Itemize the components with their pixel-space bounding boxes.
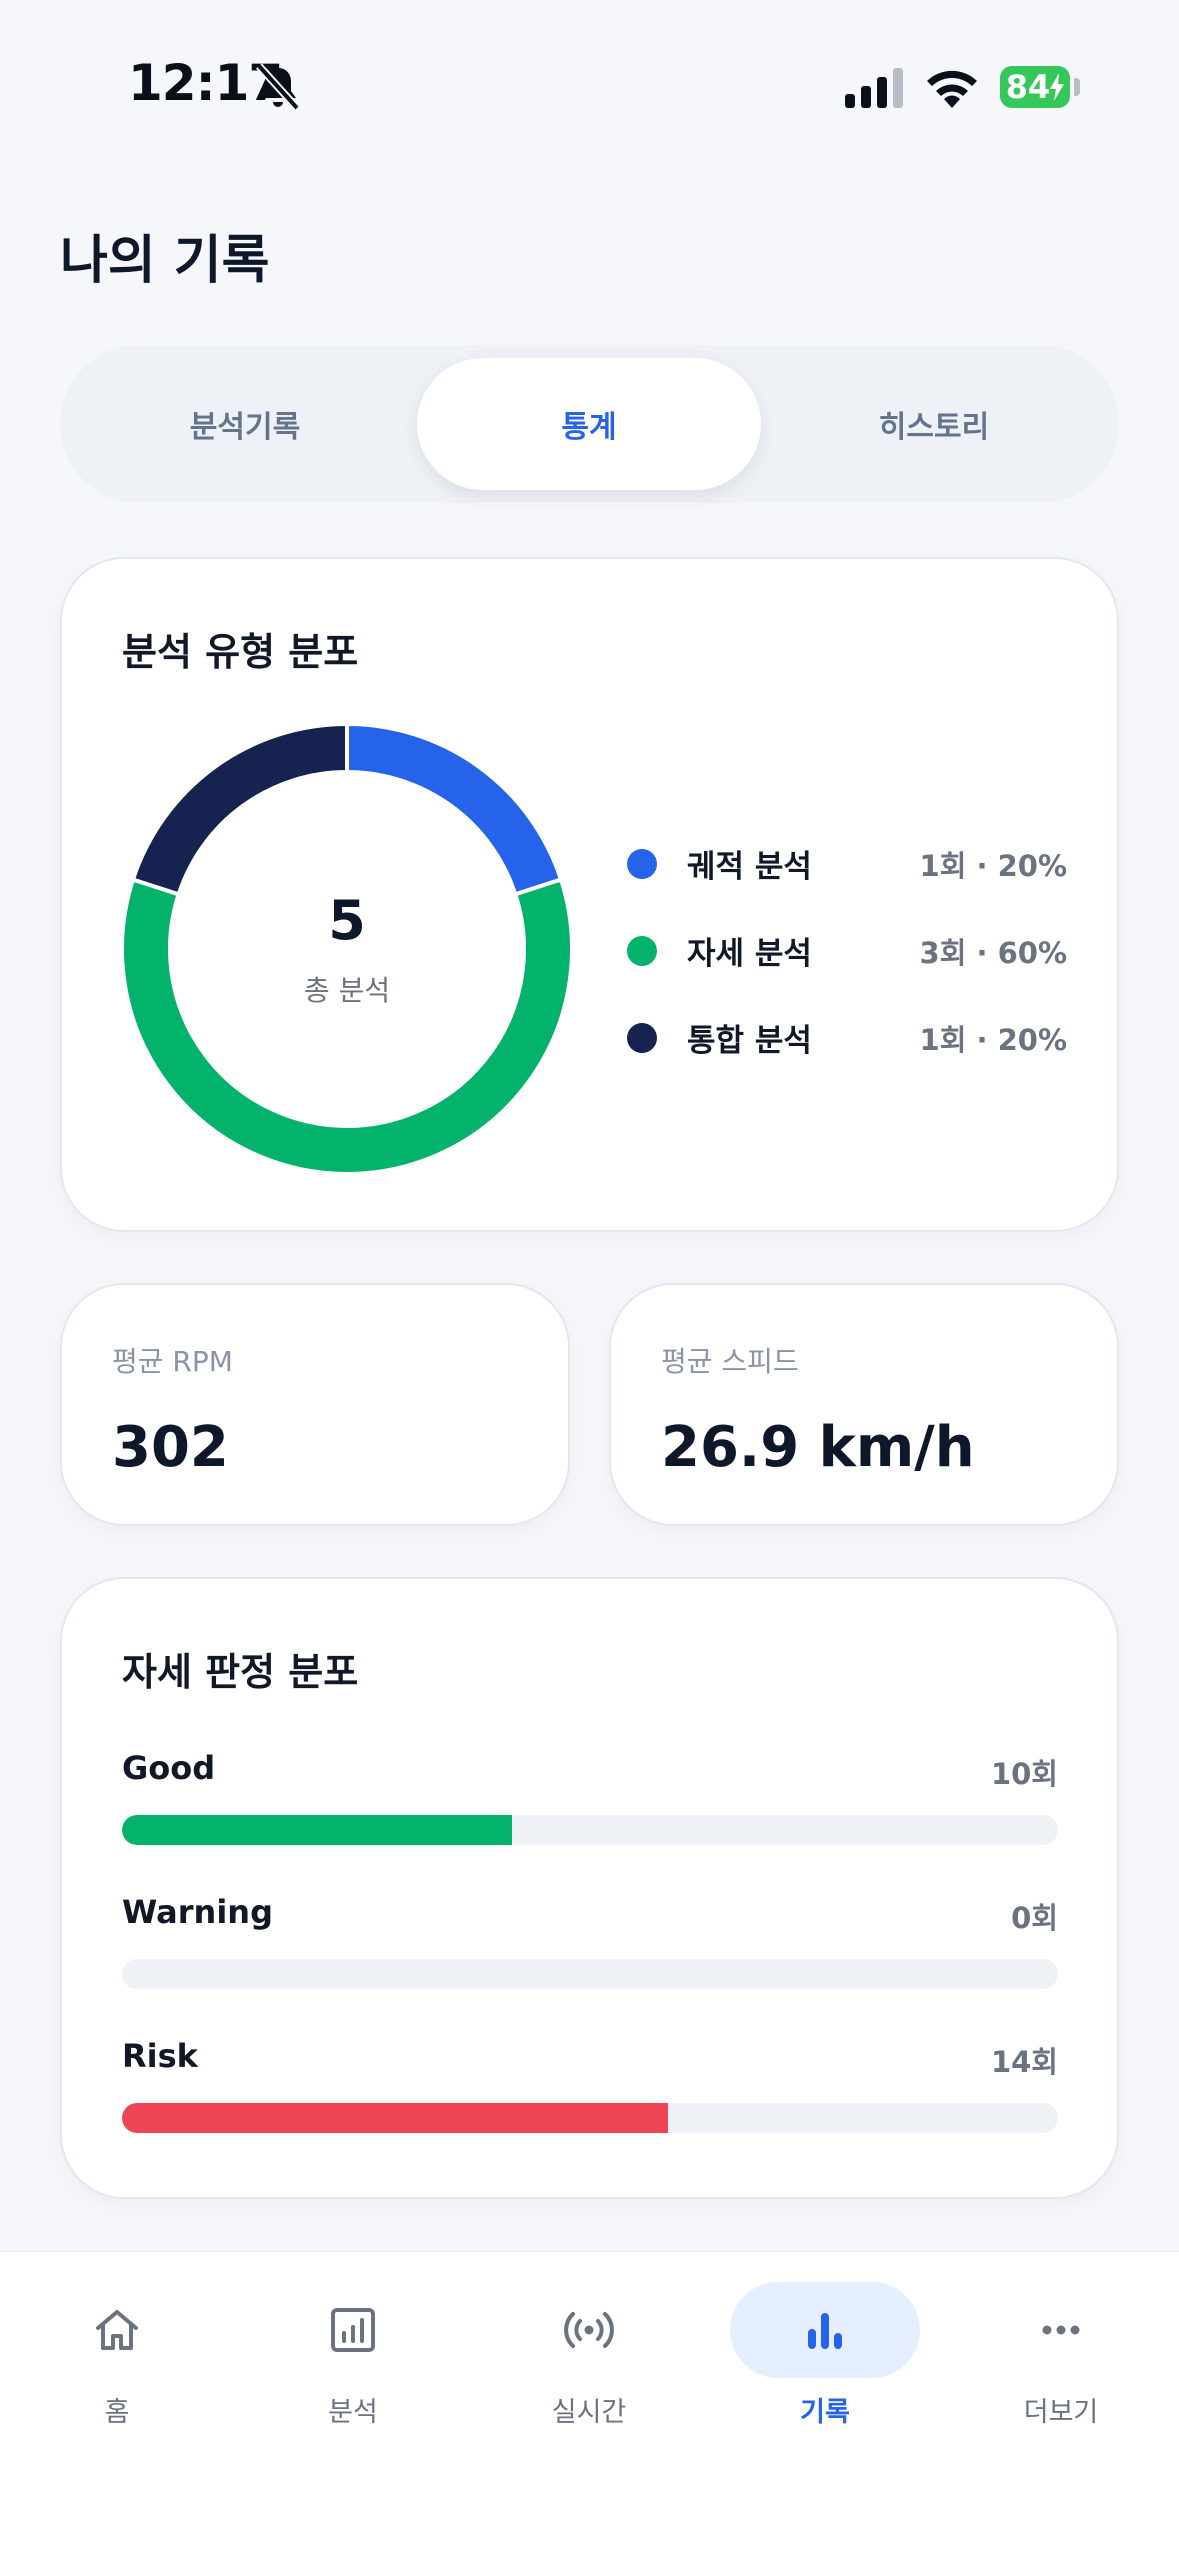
legend-item-posture: 자세 분석 3회 · 60%: [627, 924, 1067, 974]
bar-count: 10회: [990, 1757, 1058, 1791]
broadcast-icon: [564, 2312, 614, 2348]
bolt-icon: [1050, 73, 1064, 101]
total-analysis-label: 총 분석: [303, 974, 391, 1007]
stat-label: 평균 RPM: [112, 1345, 233, 1378]
bar-fill-risk: [122, 2103, 668, 2133]
more-dots-icon: [1042, 2325, 1080, 2335]
bar-label: Good: [122, 1749, 216, 1787]
posture-row-warning: Warning 0회: [122, 1893, 1058, 2003]
stat-value: 302: [112, 1415, 229, 1480]
card-title: 자세 판정 분포: [122, 1650, 359, 1694]
legend-dot: [627, 1023, 657, 1053]
segmented-tabs: 분석기록 통계 히스토리: [60, 345, 1119, 503]
analysis-distribution-card: 분석 유형 분포 5 총 분석 궤적 분석 1회 · 20% 자세 분석 3회 …: [60, 557, 1119, 1232]
battery-charging-icon: 84: [1000, 66, 1070, 108]
nav-realtime[interactable]: 실시간: [494, 2282, 684, 2432]
stat-value: 26.9 km/h: [661, 1415, 975, 1480]
legend-value: 3회 · 60%: [919, 936, 1067, 970]
legend-value: 1회 · 20%: [919, 1023, 1067, 1057]
legend-dot: [627, 849, 657, 879]
cellular-signal-icon: [845, 68, 903, 108]
nav-label: 기록: [800, 2397, 850, 2428]
bottom-nav: 홈 분석 실시간 기록 더보기: [0, 2250, 1179, 2556]
legend-name: 자세 분석: [687, 936, 812, 972]
bar-count: 0회: [1011, 1901, 1058, 1935]
legend-item-trajectory: 궤적 분석 1회 · 20%: [627, 837, 1067, 887]
page-title: 나의 기록: [60, 231, 270, 291]
card-title: 분석 유형 분포: [122, 630, 359, 674]
nav-label: 더보기: [1023, 2397, 1099, 2428]
bar-label: Risk: [122, 2037, 198, 2075]
bar-track: [122, 1959, 1058, 1989]
nav-label: 홈: [104, 2397, 130, 2428]
nav-more[interactable]: 더보기: [966, 2282, 1156, 2432]
nav-analysis[interactable]: 분석: [258, 2282, 448, 2432]
battery-cap: [1074, 78, 1080, 96]
stats-bars-icon: [808, 2313, 842, 2349]
nav-records[interactable]: 기록: [730, 2282, 920, 2432]
tab-analysis-records[interactable]: 분석기록: [73, 358, 417, 490]
avg-speed-card: 평균 스피드 26.9 km/h: [609, 1283, 1119, 1526]
donut-segment-combined: [130, 724, 349, 897]
bell-slash-icon: [256, 63, 300, 111]
bar-label: Warning: [122, 1893, 273, 1931]
avg-rpm-card: 평균 RPM 302: [60, 1283, 570, 1526]
bar-count: 14회: [990, 2045, 1058, 2079]
posture-row-risk: Risk 14회: [122, 2037, 1058, 2147]
status-bar: 12:17 84: [0, 0, 1179, 175]
wifi-icon: [927, 70, 977, 108]
legend-name: 궤적 분석: [687, 849, 812, 885]
nav-label: 실시간: [551, 2397, 627, 2428]
legend-dot: [627, 936, 657, 966]
tab-history[interactable]: 히스토리: [762, 358, 1106, 490]
donut-segment-trajectory: [345, 724, 564, 897]
bar-chart-square-icon: [331, 2308, 375, 2352]
bar-fill-good: [122, 1815, 512, 1845]
total-analysis-count: 5: [328, 889, 366, 952]
posture-row-good: Good 10회: [122, 1749, 1058, 1859]
nav-label: 분석: [328, 2397, 378, 2428]
posture-distribution-card: 자세 판정 분포 Good 10회 Warning 0회 Risk 14회: [60, 1577, 1119, 2199]
tab-statistics[interactable]: 통계: [417, 358, 761, 490]
nav-home[interactable]: 홈: [22, 2282, 212, 2432]
stat-label: 평균 스피드: [661, 1345, 799, 1378]
legend-name: 통합 분석: [687, 1023, 812, 1059]
battery-level: 84: [1005, 68, 1051, 106]
bar-track: [122, 1815, 1058, 1845]
home-icon: [96, 2310, 138, 2350]
legend-item-combined: 통합 분석 1회 · 20%: [627, 1011, 1067, 1061]
bar-track: [122, 2103, 1058, 2133]
legend-value: 1회 · 20%: [919, 849, 1067, 883]
